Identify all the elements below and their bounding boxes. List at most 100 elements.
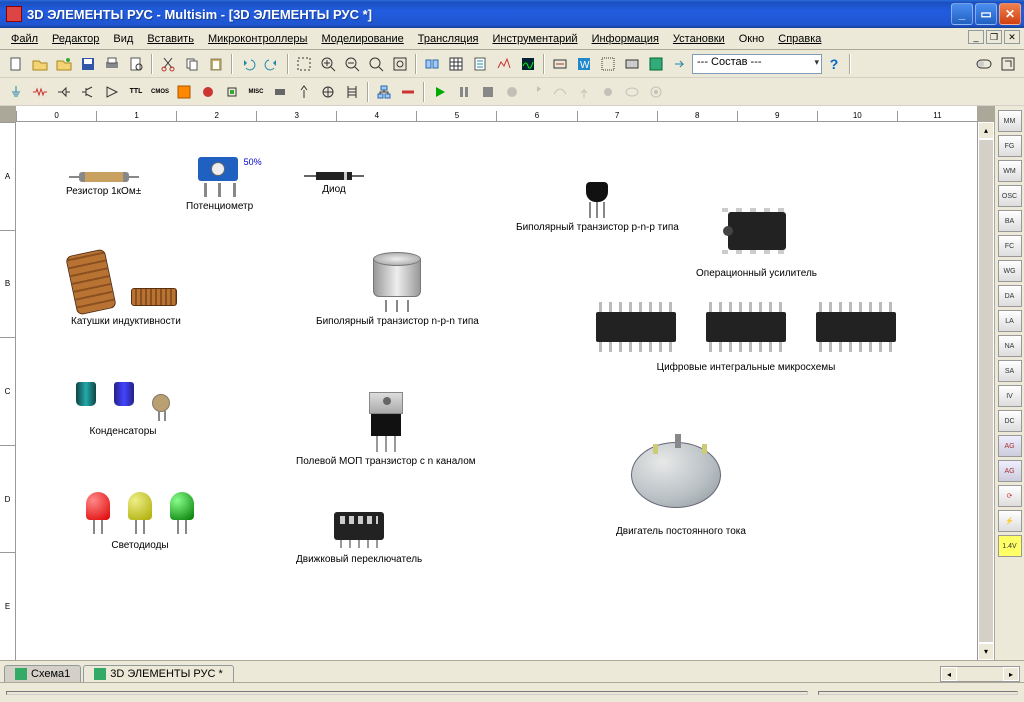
rf-tool-button[interactable] bbox=[293, 81, 315, 103]
minimize-button[interactable]: _ bbox=[951, 3, 973, 25]
help-button[interactable]: ? bbox=[823, 53, 845, 75]
instrument-dist-analyzer[interactable]: DA bbox=[998, 285, 1022, 307]
ttl-tool-button[interactable]: TTL bbox=[125, 81, 147, 103]
postproc-button[interactable] bbox=[549, 53, 571, 75]
instrument-probe[interactable]: ⟳ bbox=[998, 485, 1022, 507]
menu-trans[interactable]: Трансляция bbox=[411, 31, 486, 47]
step-into-button[interactable] bbox=[525, 81, 547, 103]
menu-view[interactable]: Вид bbox=[106, 31, 140, 47]
instrument-agilent1[interactable]: AG bbox=[998, 435, 1022, 457]
word-button[interactable]: W bbox=[573, 53, 595, 75]
component-mosfet[interactable]: Полевой МОП транзистор с n каналом bbox=[296, 392, 476, 467]
diode-tool-button[interactable] bbox=[53, 81, 75, 103]
zoom-fit-button[interactable] bbox=[365, 53, 387, 75]
breakpoint-button[interactable] bbox=[597, 81, 619, 103]
zoom-window-button[interactable] bbox=[293, 53, 315, 75]
netlist-button[interactable] bbox=[469, 53, 491, 75]
print-button[interactable] bbox=[101, 53, 123, 75]
vertical-scrollbar[interactable]: ▴ ▾ bbox=[977, 122, 994, 660]
erc-button[interactable] bbox=[597, 53, 619, 75]
close-button[interactable]: ✕ bbox=[999, 3, 1021, 25]
instrument-word-gen[interactable]: WG bbox=[998, 260, 1022, 282]
scroll-thumb[interactable] bbox=[978, 139, 994, 643]
indicator-tool-button[interactable] bbox=[197, 81, 219, 103]
cmos-tool-button[interactable]: CMOS bbox=[149, 81, 171, 103]
mdi-restore-button[interactable]: ❐ bbox=[986, 30, 1002, 44]
ground-button[interactable] bbox=[5, 81, 27, 103]
instrument-bode[interactable]: BA bbox=[998, 210, 1022, 232]
menu-file[interactable]: Файл bbox=[4, 31, 45, 47]
maximize-button[interactable]: ▭ bbox=[975, 3, 997, 25]
instrument-dc[interactable]: DC bbox=[998, 410, 1022, 432]
menu-info[interactable]: Информация bbox=[585, 31, 666, 47]
region-button[interactable] bbox=[621, 53, 643, 75]
horizontal-scrollbar[interactable]: ◂ ▸ bbox=[940, 666, 1020, 682]
stop-button[interactable] bbox=[477, 81, 499, 103]
zoom-out-button[interactable] bbox=[341, 53, 363, 75]
paste-button[interactable] bbox=[205, 53, 227, 75]
sim-settings-button[interactable] bbox=[645, 81, 667, 103]
mdi-minimize-button[interactable]: _ bbox=[968, 30, 984, 44]
grapher-button[interactable] bbox=[517, 53, 539, 75]
3d-toggle-button[interactable] bbox=[973, 53, 995, 75]
menu-model[interactable]: Моделирование bbox=[314, 31, 410, 47]
forward-annot-button[interactable] bbox=[669, 53, 691, 75]
save-button[interactable] bbox=[77, 53, 99, 75]
component-leds[interactable]: Светодиоды bbox=[86, 492, 194, 551]
instrument-labview[interactable]: 1.4V bbox=[998, 535, 1022, 557]
component-resistor[interactable]: Резистор 1кОм± bbox=[66, 172, 141, 197]
instrument-logic-analyzer[interactable]: LA bbox=[998, 310, 1022, 332]
misc-tool-button[interactable]: MISC bbox=[245, 81, 267, 103]
component-motor[interactable]: Двигатель постоянного тока bbox=[616, 442, 746, 537]
instrument-current-clamp[interactable]: ⚡ bbox=[998, 510, 1022, 532]
instrument-freq-counter[interactable]: FC bbox=[998, 235, 1022, 257]
zoom-full-button[interactable] bbox=[389, 53, 411, 75]
mdi-close-button[interactable]: ✕ bbox=[1004, 30, 1020, 44]
analysis-button[interactable] bbox=[493, 53, 515, 75]
power-tool-button[interactable] bbox=[221, 81, 243, 103]
watch-button[interactable] bbox=[621, 81, 643, 103]
instrument-iv[interactable]: IV bbox=[998, 385, 1022, 407]
component-bjt-npn[interactable]: Биполярный транзистор n-p-n типа bbox=[316, 252, 479, 327]
instrument-func-gen[interactable]: FG bbox=[998, 135, 1022, 157]
open-button[interactable] bbox=[29, 53, 51, 75]
component-digital-ics[interactable]: Цифровые интегральные микросхемы bbox=[596, 312, 896, 373]
expand-button[interactable] bbox=[997, 53, 1019, 75]
db-manager-button[interactable] bbox=[421, 53, 443, 75]
bus-button[interactable] bbox=[397, 81, 419, 103]
instrument-spectrum[interactable]: SA bbox=[998, 360, 1022, 382]
compose-combo[interactable]: --- Состав --- bbox=[692, 54, 822, 74]
redo-button[interactable] bbox=[261, 53, 283, 75]
instrument-wattmeter[interactable]: WM bbox=[998, 160, 1022, 182]
component-diode[interactable]: Диод bbox=[316, 172, 352, 195]
instrument-oscilloscope[interactable]: OSC bbox=[998, 185, 1022, 207]
record-button[interactable] bbox=[501, 81, 523, 103]
mixer-tool-button[interactable] bbox=[173, 81, 195, 103]
zoom-in-button[interactable] bbox=[317, 53, 339, 75]
spreadsheet-button[interactable] bbox=[445, 53, 467, 75]
cut-button[interactable] bbox=[157, 53, 179, 75]
electromech-tool-button[interactable] bbox=[317, 81, 339, 103]
instrument-network-analyzer[interactable]: NA bbox=[998, 335, 1022, 357]
menu-mcu[interactable]: Микроконтроллеры bbox=[201, 31, 315, 47]
instrument-multimeter[interactable]: MM bbox=[998, 110, 1022, 132]
transistor-tool-button[interactable] bbox=[77, 81, 99, 103]
print-preview-button[interactable] bbox=[125, 53, 147, 75]
step-over-button[interactable] bbox=[549, 81, 571, 103]
tab-3d-elements[interactable]: 3D ЭЛЕМЕНТЫ РУС * bbox=[83, 665, 234, 682]
scroll-left-button[interactable]: ◂ bbox=[941, 667, 957, 681]
menu-insert[interactable]: Вставить bbox=[140, 31, 201, 47]
open-sample-button[interactable] bbox=[53, 53, 75, 75]
step-out-button[interactable] bbox=[573, 81, 595, 103]
opamp-tool-button[interactable] bbox=[101, 81, 123, 103]
component-coils[interactable]: Катушки индуктивности bbox=[71, 252, 181, 327]
menu-help[interactable]: Справка bbox=[771, 31, 828, 47]
menu-setup[interactable]: Установки bbox=[666, 31, 732, 47]
instrument-agilent2[interactable]: AG bbox=[998, 460, 1022, 482]
scroll-right-button[interactable]: ▸ bbox=[1003, 667, 1019, 681]
run-button[interactable] bbox=[429, 81, 451, 103]
component-potentiometer[interactable]: 50% Потенциометр bbox=[186, 157, 253, 212]
copy-button[interactable] bbox=[181, 53, 203, 75]
ultiboard-button[interactable] bbox=[645, 53, 667, 75]
hierarchy-button[interactable] bbox=[373, 81, 395, 103]
